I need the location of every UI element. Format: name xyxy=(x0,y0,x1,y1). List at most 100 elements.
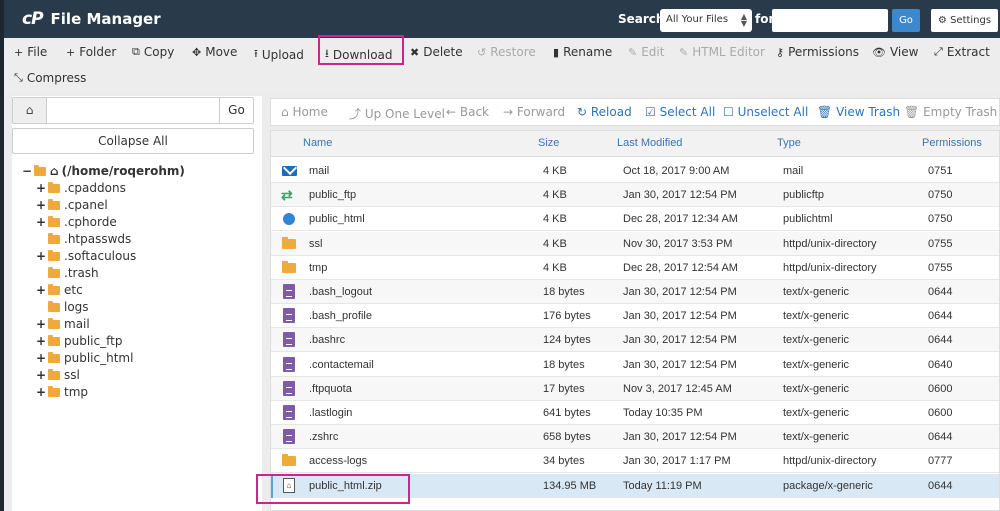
nav-up-button[interactable]: ⤴ Up One Level xyxy=(349,105,445,122)
label: Upload xyxy=(261,47,304,62)
new-folder-button[interactable]: + Folder xyxy=(66,45,116,59)
nav-home-button[interactable]: ⌂ Home xyxy=(281,105,328,119)
file-size: 4 KB xyxy=(543,165,567,177)
nav-forward-button[interactable]: → Forward xyxy=(503,105,565,119)
file-size: 18 bytes xyxy=(543,358,585,371)
home-icon[interactable]: ⌂ xyxy=(13,98,47,123)
file-permissions: 0755 xyxy=(928,237,953,250)
tree-item[interactable]: + ssl xyxy=(36,367,80,383)
nav-back-button[interactable]: ← Back xyxy=(446,105,489,119)
search-label: Search xyxy=(618,12,665,26)
delete-button[interactable]: ✖ Delete xyxy=(410,45,463,59)
path-input[interactable] xyxy=(49,100,217,120)
tree-root[interactable]: − ⌂ (/home/roqerohm) xyxy=(22,163,185,179)
move-button[interactable]: ✥ Move xyxy=(192,45,237,59)
tree-item[interactable]: + .softaculous xyxy=(36,248,136,264)
file-type: httpd/unix-directory xyxy=(783,455,877,468)
download-button[interactable]: ⭳ Download xyxy=(325,45,393,64)
search-input[interactable] xyxy=(772,9,888,32)
tree-item[interactable]: + public_ftp xyxy=(36,333,122,349)
empty-trash-button[interactable]: 🗑 Empty Trash xyxy=(904,105,997,119)
table-row[interactable]: .bash_logout 18 bytes Jan 30, 2017 12:54 P… xyxy=(271,280,999,304)
tree-item[interactable]: .trash xyxy=(36,265,99,281)
table-row[interactable]: mail 4 KB Oct 18, 2017 9:00 AM mail 0751 xyxy=(271,159,999,183)
tree-item[interactable]: + etc xyxy=(36,282,83,298)
app-title: File Manager xyxy=(50,10,161,28)
copy-button[interactable]: ⧉ Copy xyxy=(132,45,174,59)
permissions-button[interactable]: ⚷ Permissions xyxy=(776,45,859,59)
table-row[interactable]: public_html 4 KB Dec 28, 2017 12:34 AM publ… xyxy=(271,207,999,232)
label: Edit xyxy=(641,45,665,59)
file-type: text/x-generic xyxy=(783,358,850,371)
select-all-button[interactable]: ☑ Select All xyxy=(645,105,715,119)
label: Download xyxy=(332,47,393,62)
nav-reload-button[interactable]: ↻ Reload xyxy=(577,105,632,119)
expand-icon[interactable]: + xyxy=(36,317,46,331)
table-row[interactable]: .contactemail 18 bytes Jan 30, 2017 12:54 … xyxy=(271,353,999,377)
view-button[interactable]: 👁 View xyxy=(872,45,918,59)
file-modified: Nov 3, 2017 12:45 AM xyxy=(623,382,732,395)
tree-item[interactable]: + public_html xyxy=(36,350,133,366)
file-type: publichtml xyxy=(783,213,833,226)
upload-button[interactable]: ⭱ Upload xyxy=(254,45,304,64)
search-scope-select[interactable]: All Your Files ▲ ▼ xyxy=(660,9,752,32)
expand-icon[interactable]: + xyxy=(36,215,46,229)
expand-icon[interactable]: + xyxy=(36,249,46,263)
expand-icon[interactable]: + xyxy=(36,351,46,365)
settings-label: Settings xyxy=(950,15,992,26)
restore-button[interactable]: ↺ Restore xyxy=(477,45,536,59)
column-name[interactable]: Name xyxy=(303,137,332,149)
pencil-icon: ✎ xyxy=(628,45,638,59)
path-go-button[interactable]: Go xyxy=(219,98,253,123)
table-row[interactable]: .ftpquota 17 bytes Nov 3, 2017 12:45 AM tex… xyxy=(271,376,999,401)
table-row[interactable]: access-logs 34 bytes Jan 30, 2017 1:17 PM h… xyxy=(271,449,999,474)
expand-icon[interactable]: + xyxy=(36,334,46,348)
folder-icon xyxy=(34,164,46,176)
file-size: 641 bytes xyxy=(543,407,591,419)
tree-item[interactable]: + .cpanel xyxy=(36,197,108,213)
tree-item[interactable]: + tmp xyxy=(36,384,88,400)
view-trash-button[interactable]: 🗑 View Trash xyxy=(817,105,900,119)
file-type: httpd/unix-directory xyxy=(783,237,877,250)
tree-item[interactable]: + mail xyxy=(36,316,90,332)
transfer-icon: ⇄ xyxy=(281,187,293,204)
column-permissions[interactable]: Permissions xyxy=(922,137,982,149)
unselect-all-button[interactable]: ☐ Unselect All xyxy=(723,105,808,119)
search-go-button[interactable]: Go xyxy=(892,9,920,32)
file-permissions: 0751 xyxy=(928,165,953,177)
tree-item[interactable]: .htpasswds xyxy=(36,231,131,247)
table-row[interactable]: .bashrc 124 bytes Jan 30, 2017 12:54 PM tex… xyxy=(271,328,999,353)
expand-icon: ⤢ xyxy=(934,45,943,58)
column-last-modified[interactable]: Last Modified xyxy=(617,137,682,149)
file-modified: Jan 30, 2017 12:54 PM xyxy=(623,334,737,347)
expand-icon[interactable]: + xyxy=(36,181,46,195)
extract-button[interactable]: ⤢ Extract xyxy=(934,45,990,59)
compress-button[interactable]: ⤡ Compress xyxy=(14,71,86,85)
tree-item[interactable]: logs xyxy=(36,299,89,315)
file-name: .bash_profile xyxy=(309,310,372,323)
column-size[interactable]: Size xyxy=(538,137,559,149)
expand-icon[interactable]: + xyxy=(36,198,46,212)
table-row[interactable]: ⇄ public_ftp 4 KB Jan 30, 2017 12:54 PM publ… xyxy=(271,183,999,208)
table-row[interactable]: .bash_profile 176 bytes Jan 30, 2017 12:54… xyxy=(271,304,999,329)
file-name: .bash_logout xyxy=(309,286,372,298)
table-row[interactable]: .zshrc 658 bytes Jan 30, 2017 12:54 PM text… xyxy=(271,425,999,450)
expand-icon[interactable]: + xyxy=(36,368,46,382)
new-file-button[interactable]: + File xyxy=(14,45,47,59)
label: Select All xyxy=(659,105,716,119)
settings-button[interactable]: ⚙ Settings xyxy=(931,9,998,32)
tree-item[interactable]: + .cpaddons xyxy=(36,180,126,196)
collapse-all-button[interactable]: Collapse All xyxy=(12,128,254,154)
table-row[interactable]: ssl 4 KB Nov 30, 2017 3:53 PM httpd/unix-di… xyxy=(271,231,999,256)
collapse-icon[interactable]: − xyxy=(22,164,32,178)
html-editor-button[interactable]: ✎ HTML Editor xyxy=(679,45,765,59)
expand-icon[interactable]: + xyxy=(36,385,46,399)
table-row[interactable]: tmp 4 KB Dec 28, 2017 12:54 AM httpd/unix-d… xyxy=(271,256,999,280)
edit-button[interactable]: ✎ Edit xyxy=(628,45,664,59)
table-row[interactable]: .lastlogin 641 bytes Today 10:35 PM text/x-… xyxy=(271,401,999,425)
rename-button[interactable]: ▮ Rename xyxy=(553,45,612,59)
expand-icon[interactable]: + xyxy=(36,283,46,297)
tree-item[interactable]: + .cphorde xyxy=(36,214,117,230)
column-type[interactable]: Type xyxy=(777,137,801,149)
folder-icon xyxy=(48,266,60,278)
